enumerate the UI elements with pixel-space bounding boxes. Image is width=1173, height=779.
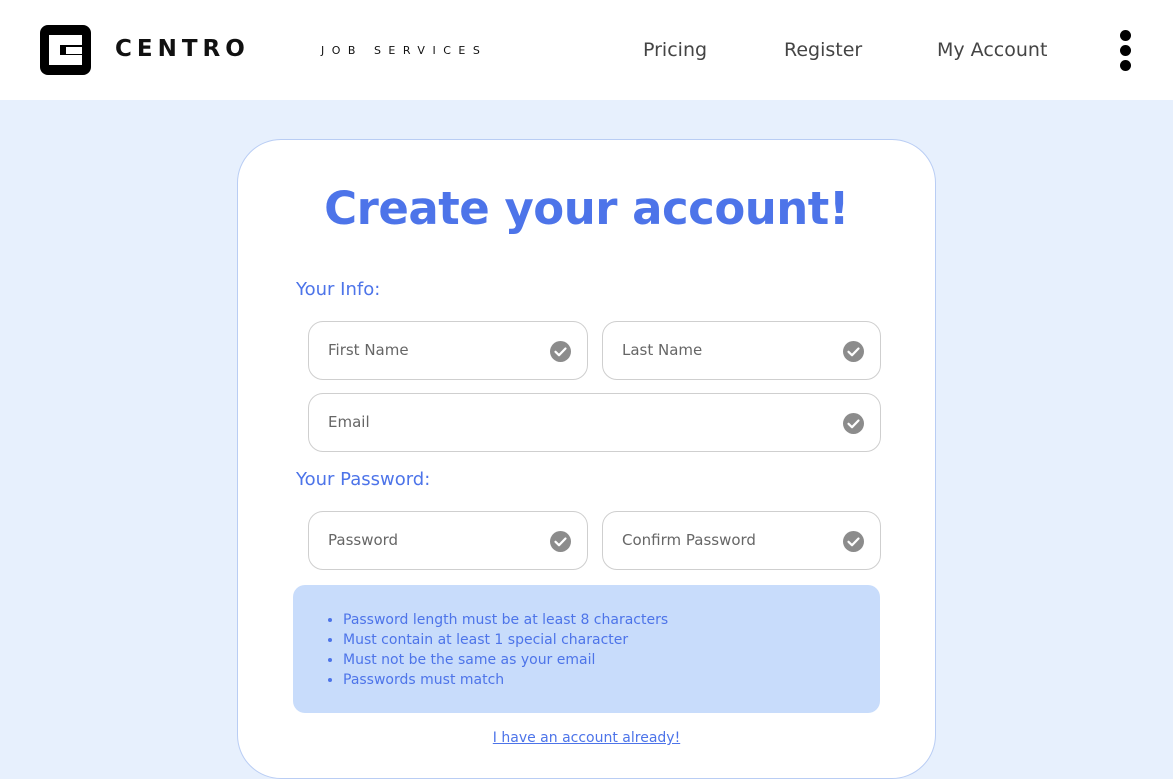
more-menu-icon[interactable] [1114, 29, 1136, 73]
existing-account-link[interactable]: I have an account already! [0, 730, 1173, 746]
brand-name[interactable]: CENTRO [115, 36, 250, 62]
kebab-dot [1120, 30, 1131, 41]
check-circle-icon [550, 341, 571, 362]
your-password-label: Your Password: [296, 469, 431, 490]
password-rule-item: Must not be the same as your email [343, 650, 668, 670]
page-title: Create your account! [324, 182, 849, 235]
last-name-placeholder: Last Name [622, 341, 703, 359]
nav-register-link[interactable]: Register [784, 39, 862, 61]
first-name-placeholder: First Name [328, 341, 409, 359]
check-circle-icon [843, 531, 864, 552]
confirm-password-field[interactable]: Confirm Password [602, 511, 881, 570]
nav-my-account-link[interactable]: My Account [937, 39, 1047, 61]
password-rule-item: Must contain at least 1 special characte… [343, 630, 668, 650]
first-name-field[interactable]: First Name [308, 321, 588, 380]
email-placeholder: Email [328, 413, 370, 431]
top-navbar: CENTRO JOB SERVICES Pricing Register My … [0, 0, 1173, 100]
nav-pricing-link[interactable]: Pricing [643, 39, 707, 61]
password-rules-box: Password length must be at least 8 chara… [293, 585, 880, 713]
confirm-password-placeholder: Confirm Password [622, 531, 756, 549]
last-name-field[interactable]: Last Name [602, 321, 881, 380]
brand-tagline: JOB SERVICES [321, 44, 488, 57]
email-field[interactable]: Email [308, 393, 881, 452]
kebab-dot [1120, 45, 1131, 56]
password-placeholder: Password [328, 531, 399, 549]
your-info-label: Your Info: [296, 279, 381, 300]
centro-logo-icon[interactable] [40, 25, 91, 75]
kebab-dot [1120, 60, 1131, 71]
check-circle-icon [843, 341, 864, 362]
password-field[interactable]: Password [308, 511, 588, 570]
password-rules-list: Password length must be at least 8 chara… [343, 610, 668, 690]
check-circle-icon [550, 531, 571, 552]
check-circle-icon [843, 413, 864, 434]
password-rule-item: Password length must be at least 8 chara… [343, 610, 668, 630]
password-rule-item: Passwords must match [343, 670, 668, 690]
